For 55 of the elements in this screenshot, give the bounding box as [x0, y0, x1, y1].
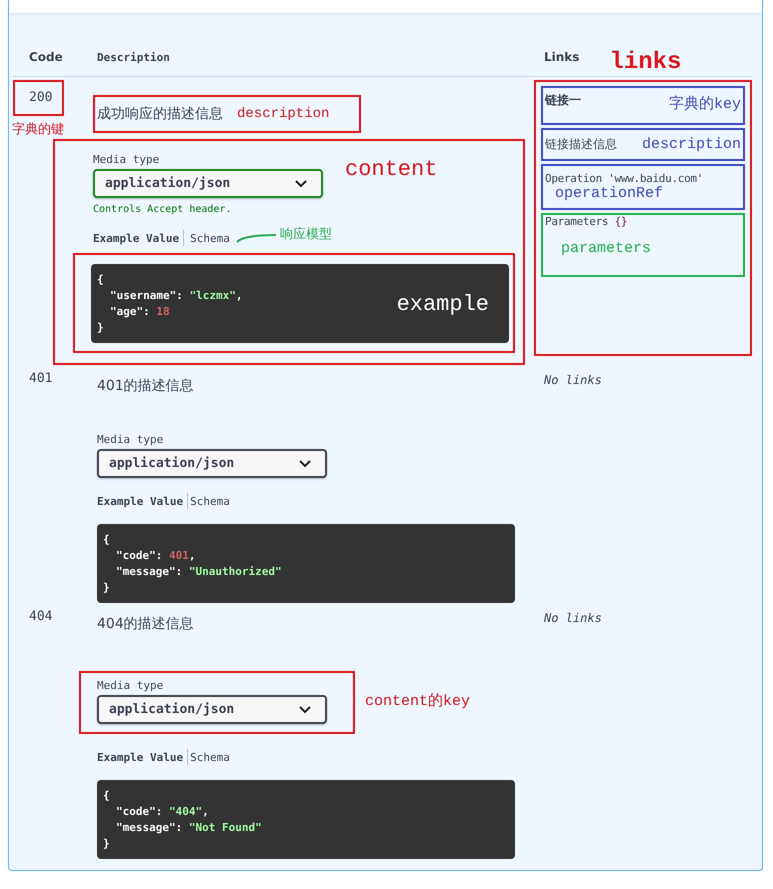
annotation-label: example [396, 292, 489, 316]
annotation-label: 字典的键 [12, 121, 64, 138]
chevron-down-icon [299, 706, 311, 714]
no-links-text: No links [544, 610, 603, 625]
response-description: 401的描述信息 [97, 378, 194, 394]
status-code: 404 [28, 608, 52, 624]
example-tab[interactable]: Example Value [97, 750, 188, 764]
code-line: } [103, 836, 111, 852]
code-line: "message": "Not Found" [115, 820, 262, 836]
annotation-label: content [345, 157, 438, 182]
code-line: } [103, 580, 111, 596]
response-description: 成功响应的描述信息 [97, 105, 223, 123]
code-line: "code": "404", [115, 804, 210, 820]
annotation-label: content的key [365, 692, 470, 710]
example-tab[interactable]: Example Value [97, 494, 188, 508]
annotation-label: description [237, 106, 330, 122]
column-header: Links [544, 50, 580, 64]
annotation-label: links [609, 49, 682, 76]
example-tab[interactable]: Schema [190, 494, 234, 508]
link-operation: Operation 'www.baidu.com' [545, 172, 704, 185]
status-code: 200 [13, 80, 64, 116]
media-type-label: Media type [97, 433, 164, 446]
media-type-select[interactable]: application/json [97, 449, 327, 478]
code-line: { [103, 532, 111, 548]
controls-note: Controls Accept header. [93, 204, 232, 215]
link-description: 链接描述信息 [545, 136, 617, 153]
no-links-text: No links [544, 372, 603, 387]
chevron-down-icon [295, 180, 307, 188]
media-type-select[interactable]: application/json [93, 169, 323, 198]
annotation-label: description [642, 136, 741, 153]
code-line: { [103, 788, 111, 804]
column-header: Description [97, 51, 171, 66]
example-tab[interactable]: Schema [190, 750, 234, 764]
example-tab[interactable]: Example Value [93, 232, 184, 244]
code-line: "message": "Unauthorized" [115, 564, 282, 580]
annotation-label: parameters [561, 240, 652, 257]
code-line: } [97, 320, 105, 336]
status-code: 401 [28, 370, 52, 386]
code-line: "age": 18 [109, 304, 171, 320]
column-header: Code [28, 50, 64, 66]
chevron-down-icon [299, 460, 311, 468]
response-description: 404的描述信息 [97, 616, 194, 632]
link-parameters: Parameters {} [545, 215, 628, 228]
code-line: { [97, 272, 105, 288]
code-line: "username": "lczmx", [109, 288, 242, 304]
leader-line [236, 233, 276, 243]
media-type-select[interactable]: application/json [97, 695, 327, 724]
annotation-label: 响应模型 [280, 226, 332, 243]
link-name: 链接一 [545, 92, 581, 109]
example-tab[interactable]: Schema [186, 230, 234, 246]
annotation-label: operationRef [555, 185, 664, 202]
media-type-label: Media type [93, 153, 160, 166]
media-type-label: Media type [97, 679, 164, 692]
code-line: "code": 401, [115, 548, 196, 564]
annotation-label: 字典的key [668, 94, 741, 113]
